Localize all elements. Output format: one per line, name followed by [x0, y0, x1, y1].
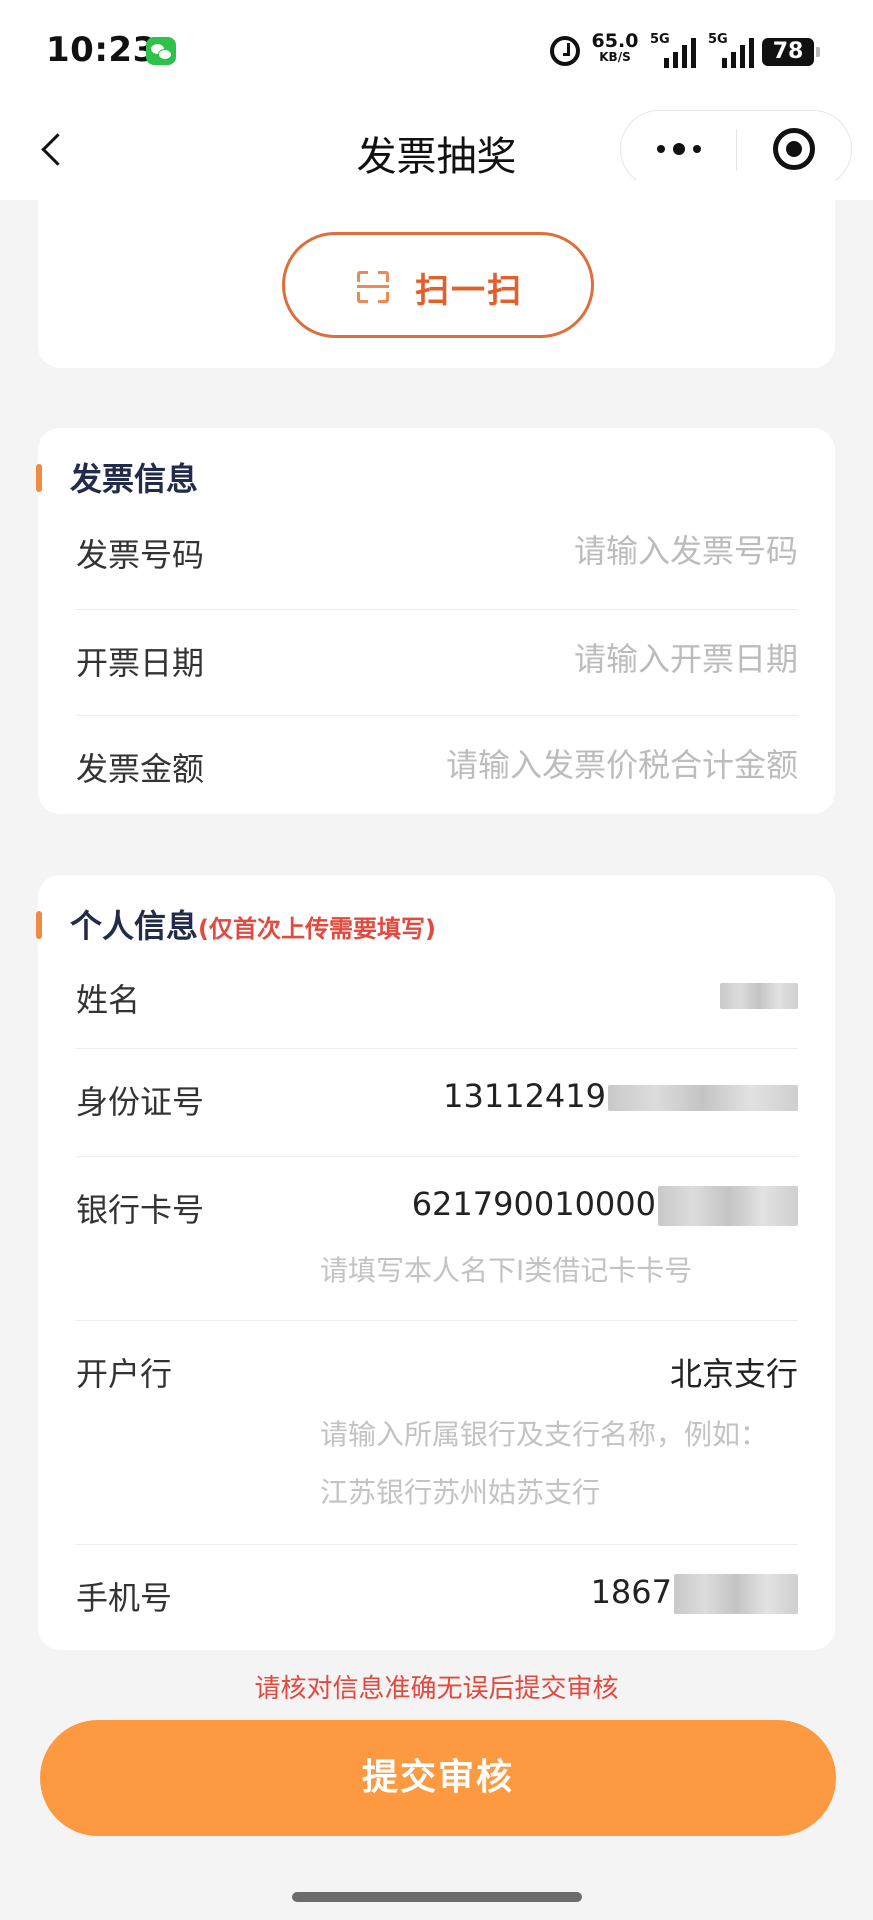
bank-branch-hint-line2: 江苏银行苏州姑苏支行 [320, 1476, 601, 1509]
home-indicator[interactable] [292, 1892, 582, 1902]
invoice-date-row: 开票日期 [76, 610, 798, 716]
status-bar: 10:23 65.0 KB/S 5G 5G 78 [0, 0, 873, 100]
more-dots-icon[interactable] [621, 111, 736, 187]
scan-icon [357, 271, 389, 303]
bank-branch-value: 北京支行 [669, 1355, 798, 1393]
submit-button[interactable]: 提交审核 [40, 1720, 836, 1836]
name-value [720, 975, 798, 1013]
network-speed: 65.0 KB/S [590, 30, 640, 64]
invoice-number-label: 发票号码 [76, 536, 205, 574]
redacted-block [720, 983, 798, 1009]
bank-branch-label: 开户行 [76, 1355, 173, 1393]
network-speed-unit: KB/S [599, 50, 631, 64]
signal-label: 5G [708, 32, 728, 47]
invoice-number-input[interactable] [338, 526, 798, 576]
id-number-value: 13112419 [443, 1077, 798, 1115]
signal-label: 5G [650, 32, 670, 47]
bank-card-label: 银行卡号 [76, 1191, 205, 1229]
signal-icon: 5G [708, 32, 760, 68]
bank-card-hint: 请填写本人名下I类借记卡卡号 [320, 1254, 693, 1287]
battery-icon: 78 [762, 38, 820, 66]
bank-card-text: 621790010000 [411, 1185, 656, 1223]
name-row[interactable]: 姓名 [76, 947, 798, 1049]
id-number-text: 13112419 [443, 1077, 606, 1115]
id-number-label: 身份证号 [76, 1083, 205, 1121]
alarm-icon [550, 36, 580, 66]
invoice-number-row: 发票号码 [76, 502, 798, 610]
name-label: 姓名 [76, 981, 141, 1019]
section-note: (仅首次上传需要填写) [198, 915, 436, 943]
bank-branch-hint-line1: 请输入所属银行及支行名称，例如： [320, 1418, 769, 1451]
section-title: 个人信息(仅首次上传需要填写) [70, 901, 436, 947]
scan-card: 扫一扫 [38, 180, 835, 368]
personal-info-card: 个人信息(仅首次上传需要填写) 姓名 身份证号 13112419 银行卡号 62… [36, 875, 835, 1650]
bank-card-value: 621790010000 [412, 1185, 798, 1226]
redacted-block [608, 1085, 798, 1111]
scan-button[interactable]: 扫一扫 [282, 232, 594, 338]
invoice-amount-input[interactable] [338, 740, 798, 790]
scan-label: 扫一扫 [415, 271, 523, 311]
section-accent-bar [36, 464, 42, 492]
invoice-info-card: 发票信息 发票号码 开票日期 发票金额 [36, 428, 835, 814]
signal-icon: 5G [650, 32, 702, 68]
phone-text: 1867 [590, 1573, 672, 1611]
phone-value: 1867 [591, 1573, 798, 1614]
network-speed-value: 65.0 [591, 30, 639, 52]
invoice-date-label: 开票日期 [76, 644, 205, 682]
target-circle-icon[interactable] [773, 128, 815, 170]
bank-branch-row[interactable]: 开户行 北京支行 请输入所属银行及支行名称，例如： 江苏银行苏州姑苏支行 [76, 1321, 798, 1545]
invoice-amount-row: 发票金额 [76, 716, 798, 814]
wechat-icon [146, 37, 176, 65]
redacted-block [658, 1186, 798, 1226]
section-accent-bar [36, 911, 42, 939]
section-title: 发票信息 [70, 460, 199, 498]
verification-warning: 请核对信息准确无误后提交审核 [254, 1674, 619, 1704]
redacted-block [674, 1574, 798, 1614]
phone-label: 手机号 [76, 1579, 173, 1617]
section-title-text: 个人信息 [70, 907, 199, 945]
status-time: 10:23 [46, 30, 157, 70]
mini-program-capsule [620, 110, 852, 188]
bank-card-row[interactable]: 银行卡号 621790010000 请填写本人名下I类借记卡卡号 [76, 1157, 798, 1321]
id-number-row[interactable]: 身份证号 13112419 [76, 1049, 798, 1157]
invoice-date-input[interactable] [338, 634, 798, 684]
capsule-divider [736, 129, 737, 171]
invoice-amount-label: 发票金额 [76, 750, 205, 788]
phone-row[interactable]: 手机号 1867 [76, 1545, 798, 1650]
